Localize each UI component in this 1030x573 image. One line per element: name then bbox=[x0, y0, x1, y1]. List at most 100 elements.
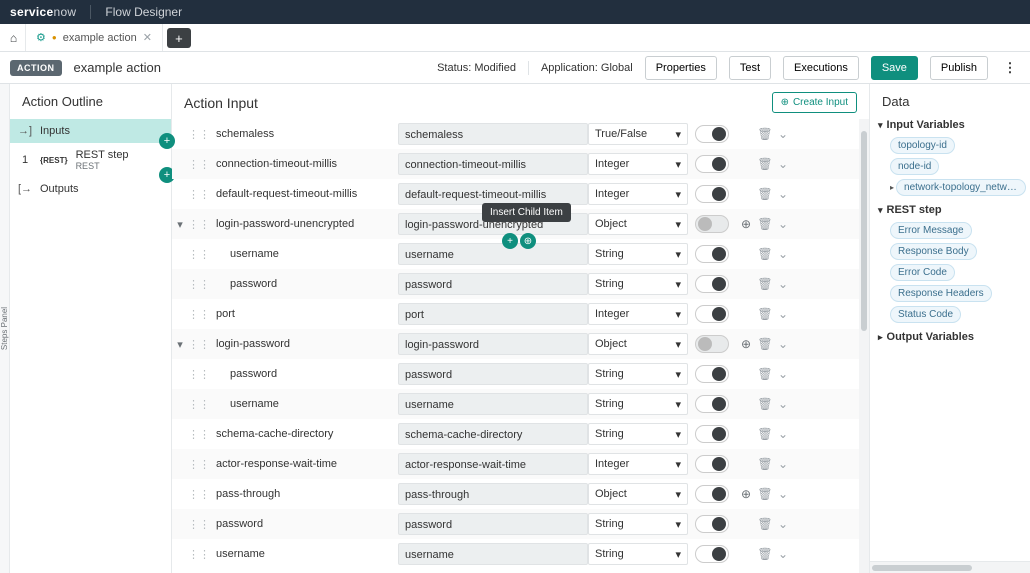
field-name-input[interactable]: connection-timeout-millis bbox=[398, 153, 588, 175]
vertical-scrollbar[interactable] bbox=[859, 119, 869, 573]
mandatory-toggle[interactable] bbox=[695, 275, 729, 293]
type-select[interactable]: String▾ bbox=[588, 393, 688, 415]
home-tab[interactable]: ⌂ bbox=[2, 24, 26, 51]
mandatory-toggle[interactable] bbox=[695, 395, 729, 413]
drag-handle-icon[interactable]: ⋮⋮ bbox=[188, 458, 202, 471]
tab-example-action[interactable]: ⚙ ● example action ✕ bbox=[26, 24, 163, 51]
type-select[interactable]: String▾ bbox=[588, 513, 688, 535]
close-tab-button[interactable]: ✕ bbox=[143, 31, 152, 44]
row-expand-button[interactable]: ⌄ bbox=[774, 157, 792, 171]
mandatory-toggle[interactable] bbox=[695, 545, 729, 563]
row-expand-button[interactable]: ⌄ bbox=[774, 517, 792, 531]
field-name-input[interactable]: password bbox=[398, 273, 588, 295]
expand-toggle[interactable]: ▾ bbox=[172, 338, 188, 351]
drag-handle-icon[interactable]: ⋮⋮ bbox=[188, 248, 202, 261]
data-chip[interactable]: network-topology_network-topology… bbox=[896, 179, 1026, 196]
field-name-input[interactable]: pass-through bbox=[398, 483, 588, 505]
row-expand-button[interactable]: ⌄ bbox=[774, 487, 792, 501]
field-name-input[interactable]: login-password bbox=[398, 333, 588, 355]
type-select[interactable]: String▾ bbox=[588, 543, 688, 565]
drag-handle-icon[interactable]: ⋮⋮ bbox=[188, 548, 202, 561]
outline-step-row[interactable]: 1 {REST} REST step REST + bbox=[10, 143, 171, 177]
add-tab-button[interactable]: + bbox=[167, 28, 191, 48]
type-select[interactable]: True/False▾ bbox=[588, 123, 688, 145]
mandatory-toggle[interactable] bbox=[695, 155, 729, 173]
row-expand-button[interactable]: ⌄ bbox=[774, 217, 792, 231]
data-chip[interactable]: Response Headers bbox=[890, 285, 992, 302]
delete-button[interactable]: 🗑 bbox=[756, 427, 774, 441]
type-select[interactable]: Integer▾ bbox=[588, 153, 688, 175]
drag-handle-icon[interactable]: ⋮⋮ bbox=[188, 218, 202, 231]
mandatory-toggle[interactable] bbox=[695, 425, 729, 443]
mandatory-toggle[interactable] bbox=[695, 455, 729, 473]
data-chip[interactable]: Error Code bbox=[890, 264, 955, 281]
drag-handle-icon[interactable]: ⋮⋮ bbox=[188, 308, 202, 321]
row-expand-button[interactable]: ⌄ bbox=[774, 337, 792, 351]
field-name-input[interactable]: username bbox=[398, 243, 588, 265]
drag-handle-icon[interactable]: ⋮⋮ bbox=[188, 368, 202, 381]
field-name-input[interactable]: actor-response-wait-time bbox=[398, 453, 588, 475]
delete-button[interactable]: 🗑 bbox=[756, 307, 774, 321]
delete-button[interactable]: 🗑 bbox=[756, 367, 774, 381]
add-child-button[interactable]: ⊕ bbox=[736, 487, 756, 501]
field-name-input[interactable]: password bbox=[398, 363, 588, 385]
drag-handle-icon[interactable]: ⋮⋮ bbox=[188, 428, 202, 441]
steps-panel-rail[interactable]: Steps Panel bbox=[0, 84, 10, 573]
delete-button[interactable]: 🗑 bbox=[756, 337, 774, 351]
row-expand-button[interactable]: ⌄ bbox=[774, 247, 792, 261]
mandatory-toggle[interactable] bbox=[695, 365, 729, 383]
outline-inputs-row[interactable]: →] Inputs + bbox=[10, 119, 171, 143]
kebab-menu-button[interactable]: ⋮ bbox=[1000, 60, 1020, 76]
mandatory-toggle[interactable] bbox=[695, 485, 729, 503]
row-expand-button[interactable]: ⌄ bbox=[774, 307, 792, 321]
data-chip[interactable]: topology-id bbox=[890, 137, 955, 154]
delete-button[interactable]: 🗑 bbox=[756, 397, 774, 411]
delete-button[interactable]: 🗑 bbox=[756, 517, 774, 531]
expand-toggle[interactable]: ▾ bbox=[172, 218, 188, 231]
section-output-variables[interactable]: ▸Output Variables bbox=[870, 327, 1030, 347]
row-expand-button[interactable]: ⌄ bbox=[774, 427, 792, 441]
row-expand-button[interactable]: ⌄ bbox=[774, 457, 792, 471]
type-select[interactable]: String▾ bbox=[588, 243, 688, 265]
section-input-variables[interactable]: ▾Input Variables bbox=[870, 115, 1030, 135]
drag-handle-icon[interactable]: ⋮⋮ bbox=[188, 338, 202, 351]
type-select[interactable]: String▾ bbox=[588, 363, 688, 385]
type-select[interactable]: Integer▾ bbox=[588, 303, 688, 325]
type-select[interactable]: String▾ bbox=[588, 423, 688, 445]
mandatory-toggle[interactable] bbox=[695, 335, 729, 353]
row-expand-button[interactable]: ⌄ bbox=[774, 187, 792, 201]
drag-handle-icon[interactable]: ⋮⋮ bbox=[188, 398, 202, 411]
create-input-button[interactable]: ⊕Create Input bbox=[772, 92, 857, 113]
delete-button[interactable]: 🗑 bbox=[756, 457, 774, 471]
field-name-input[interactable]: username bbox=[398, 543, 588, 565]
data-chip[interactable]: Response Body bbox=[890, 243, 977, 260]
data-chip[interactable]: node-id bbox=[890, 158, 939, 175]
properties-button[interactable]: Properties bbox=[645, 56, 717, 80]
drag-handle-icon[interactable]: ⋮⋮ bbox=[188, 488, 202, 501]
field-name-input[interactable]: schemaless bbox=[398, 123, 588, 145]
row-expand-button[interactable]: ⌄ bbox=[774, 367, 792, 381]
mandatory-toggle[interactable] bbox=[695, 515, 729, 533]
executions-button[interactable]: Executions bbox=[783, 56, 859, 80]
delete-button[interactable]: 🗑 bbox=[756, 127, 774, 141]
delete-button[interactable]: 🗑 bbox=[756, 487, 774, 501]
field-name-input[interactable]: username bbox=[398, 393, 588, 415]
add-child-button[interactable]: ⊕ bbox=[736, 337, 756, 351]
outline-outputs-row[interactable]: [→ Outputs bbox=[10, 177, 171, 201]
row-expand-button[interactable]: ⌄ bbox=[774, 277, 792, 291]
field-name-input[interactable]: schema-cache-directory bbox=[398, 423, 588, 445]
type-select[interactable]: String▾ bbox=[588, 273, 688, 295]
drag-handle-icon[interactable]: ⋮⋮ bbox=[188, 278, 202, 291]
add-child-button[interactable]: ⊕ bbox=[736, 217, 756, 231]
row-expand-button[interactable]: ⌄ bbox=[774, 127, 792, 141]
drag-handle-icon[interactable]: ⋮⋮ bbox=[188, 518, 202, 531]
save-button[interactable]: Save bbox=[871, 56, 918, 80]
section-rest-step[interactable]: ▾REST step bbox=[870, 200, 1030, 220]
horizontal-scrollbar[interactable] bbox=[870, 561, 1030, 573]
field-name-input[interactable]: default-request-timeout-millis bbox=[398, 183, 588, 205]
test-button[interactable]: Test bbox=[729, 56, 771, 80]
drag-handle-icon[interactable]: ⋮⋮ bbox=[188, 128, 202, 141]
data-chip[interactable]: Status Code bbox=[890, 306, 961, 323]
drag-handle-icon[interactable]: ⋮⋮ bbox=[188, 188, 202, 201]
delete-button[interactable]: 🗑 bbox=[756, 157, 774, 171]
